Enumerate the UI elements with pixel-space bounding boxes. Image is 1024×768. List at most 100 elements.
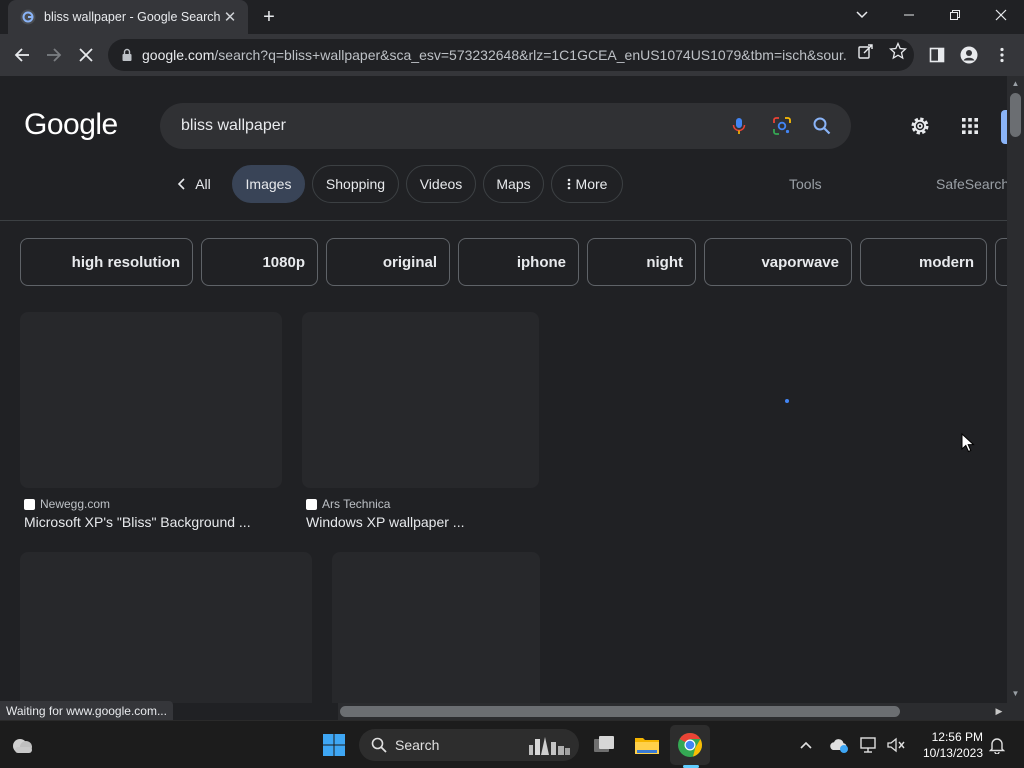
volume-button[interactable]	[882, 731, 910, 759]
chevron-up-icon	[800, 741, 812, 749]
url-host: google.com	[142, 47, 215, 63]
google-apps-button[interactable]	[958, 114, 982, 138]
chip-iphone[interactable]: iphone	[458, 238, 579, 286]
settings-button[interactable]	[908, 114, 932, 138]
back-button[interactable]	[9, 42, 35, 68]
network-button[interactable]	[855, 731, 883, 759]
loading-spinner	[785, 399, 789, 403]
scrollbar-corner	[1007, 703, 1024, 720]
google-images-page: Google bliss wallpaper All Images Shoppi…	[0, 76, 1007, 703]
vertical-scroll-thumb[interactable]	[1010, 93, 1021, 137]
side-panel-icon	[929, 47, 945, 63]
windows-logo-icon	[323, 734, 345, 756]
horizontal-scrollbar[interactable]: ▶	[338, 703, 1007, 720]
status-bubble: Waiting for www.google.com...	[0, 701, 173, 720]
forward-button[interactable]	[41, 42, 67, 68]
stop-icon	[79, 48, 93, 62]
chip-label: night	[646, 253, 683, 271]
chip-1080p[interactable]: 1080p	[201, 238, 318, 286]
google-logo[interactable]: Google	[24, 108, 118, 142]
chip-vaporwave[interactable]: vaporwave	[704, 238, 852, 286]
chip-original[interactable]: original	[326, 238, 450, 286]
tab-more[interactable]: More	[551, 165, 623, 203]
show-hidden-icons-button[interactable]	[792, 731, 820, 759]
search-icon[interactable]	[812, 116, 832, 136]
chip-label: high resolution	[71, 253, 180, 271]
tab-search-chevron-icon[interactable]	[850, 5, 874, 25]
google-lens-icon[interactable]	[772, 116, 792, 136]
image-result-thumbnail[interactable]	[302, 312, 539, 488]
tab-all-label: All	[195, 176, 211, 192]
image-result-thumbnail[interactable]	[20, 552, 312, 703]
tab-title: bliss wallpaper - Google Search	[44, 10, 221, 24]
tab-videos-label: Videos	[419, 176, 463, 192]
browser-menu-button[interactable]	[992, 45, 1012, 65]
profile-button[interactable]	[959, 45, 979, 65]
file-explorer-button[interactable]	[633, 731, 661, 759]
lock-icon[interactable]	[120, 48, 134, 62]
chip-modern[interactable]: modern	[860, 238, 987, 286]
task-view-button[interactable]	[590, 731, 618, 759]
tab-videos[interactable]: Videos	[406, 165, 476, 203]
microphone-icon[interactable]	[729, 116, 749, 136]
new-tab-button[interactable]: +	[258, 6, 280, 28]
tab-images-label: Images	[245, 176, 292, 192]
chip-next-partial[interactable]	[995, 238, 1007, 286]
bookmark-star-icon[interactable]	[889, 42, 907, 60]
tab-images[interactable]: Images	[232, 165, 305, 203]
stop-loading-button[interactable]	[73, 42, 99, 68]
address-bar[interactable]: google.com/search?q=bliss+wallpaper&sca_…	[108, 39, 914, 71]
vertical-scrollbar[interactable]: ▲ ▼	[1007, 76, 1024, 703]
chip-night[interactable]: night	[587, 238, 696, 286]
scroll-down-arrow-icon[interactable]: ▼	[1011, 689, 1020, 698]
weather-widget[interactable]	[9, 731, 37, 759]
task-view-icon	[594, 736, 614, 752]
scroll-up-arrow-icon[interactable]: ▲	[1011, 79, 1020, 88]
share-icon[interactable]	[857, 42, 875, 60]
chip-label: vaporwave	[761, 253, 839, 271]
source-favicon-icon	[24, 498, 35, 510]
minimize-button[interactable]	[886, 0, 932, 30]
more-vertical-icon	[567, 178, 570, 190]
tab-shopping[interactable]: Shopping	[312, 165, 399, 203]
tab-close-icon[interactable]: ✕	[222, 9, 238, 26]
side-panel-button[interactable]	[927, 45, 947, 65]
restore-icon	[950, 10, 960, 20]
onedrive-button[interactable]	[825, 731, 853, 759]
browser-tab[interactable]: bliss wallpaper - Google Search ✕	[8, 0, 248, 34]
scroll-right-arrow-icon[interactable]: ▶	[994, 706, 1004, 717]
system-clock[interactable]: 12:56 PM 10/13/2023	[913, 729, 983, 761]
kebab-menu-icon	[1000, 47, 1004, 63]
result-source-name: Newegg.com	[40, 497, 111, 511]
search-input[interactable]	[181, 117, 701, 135]
speaker-muted-icon	[887, 737, 905, 753]
clock-date: 10/13/2023	[922, 746, 983, 760]
taskbar-search[interactable]: Search	[359, 729, 579, 761]
result-source-name: Ars Technica	[322, 497, 391, 511]
image-result-thumbnail[interactable]	[20, 312, 282, 488]
browser-toolbar: google.com/search?q=bliss+wallpaper&sca_…	[0, 34, 1024, 76]
result-caption[interactable]: Microsoft XP's "Bliss" Background ...	[24, 514, 251, 530]
search-box[interactable]	[160, 103, 851, 149]
clock-time: 12:56 PM	[931, 730, 983, 744]
tab-shopping-label: Shopping	[325, 176, 386, 192]
tab-all[interactable]: All	[168, 165, 220, 203]
restore-button[interactable]	[932, 0, 978, 30]
start-button[interactable]	[320, 731, 348, 759]
url-text[interactable]: google.com/search?q=bliss+wallpaper&sca_…	[142, 47, 848, 63]
profile-icon	[960, 46, 978, 64]
notifications-button[interactable]	[983, 731, 1011, 759]
horizontal-scroll-thumb[interactable]	[340, 706, 900, 717]
arrow-left-icon	[14, 48, 29, 62]
result-caption[interactable]: Windows XP wallpaper ...	[306, 514, 464, 530]
tools-button[interactable]: Tools	[789, 176, 822, 192]
image-result-thumbnail[interactable]	[332, 552, 540, 703]
tab-maps[interactable]: Maps	[483, 165, 544, 203]
safesearch-button[interactable]: SafeSearch	[936, 176, 1007, 192]
result-source[interactable]: Newegg.com	[24, 497, 110, 511]
close-window-button[interactable]	[978, 0, 1024, 30]
result-source[interactable]: Ars Technica	[306, 497, 390, 511]
chip-high-resolution[interactable]: high resolution	[20, 238, 193, 286]
arrow-right-icon	[47, 48, 62, 62]
chrome-taskbar-button[interactable]	[676, 731, 704, 759]
